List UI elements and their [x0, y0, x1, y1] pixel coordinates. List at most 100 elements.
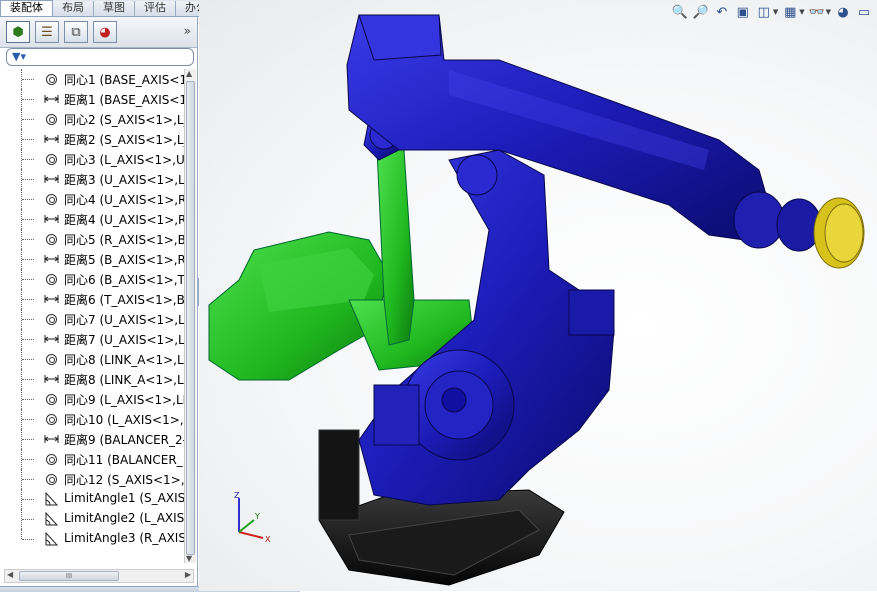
- tree-item[interactable]: 距离1 (BASE_AXIS<1: [0, 89, 184, 109]
- distance-mate-icon: [44, 172, 59, 186]
- scroll-up-icon[interactable]: ▲: [186, 69, 192, 78]
- tree-item[interactable]: 距离7 (U_AXIS<1>,LI: [0, 329, 184, 349]
- tree-item-label: 同心3 (L_AXIS<1>,U_: [64, 153, 184, 167]
- distance-mate-icon: [44, 372, 59, 386]
- axis-triad: Z X Y: [234, 491, 271, 544]
- tree-item-label: 同心1 (BASE_AXIS<1: [64, 73, 184, 87]
- triad-z-label: Z: [234, 491, 240, 500]
- scroll-down-icon[interactable]: ▼: [186, 554, 192, 563]
- tree-item[interactable]: 同心7 (U_AXIS<1>,LI: [0, 309, 184, 329]
- tree-item-label: 同心12 (S_AXIS<1>,E: [64, 473, 184, 487]
- concentric-mate-icon: [44, 392, 59, 406]
- tree-item-label: 同心8 (LINK_A<1>,LI: [64, 353, 184, 367]
- limit-angle-mate-icon: [44, 512, 59, 526]
- tree-item-label: 同心4 (U_AXIS<1>,R: [64, 193, 184, 207]
- tree-item[interactable]: 距离8 (LINK_A<1>,LI: [0, 369, 184, 389]
- tree-item[interactable]: 同心2 (S_AXIS<1>,L_: [0, 109, 184, 129]
- tree-item[interactable]: 同心1 (BASE_AXIS<1: [0, 69, 184, 89]
- tree-connector-tick: [22, 139, 34, 140]
- concentric-mate-icon: [44, 452, 59, 466]
- tree-connector-tick: [22, 99, 34, 100]
- scroll-right-icon[interactable]: ▶: [185, 570, 191, 579]
- tree-item-label: 同心7 (U_AXIS<1>,LI: [64, 313, 184, 327]
- tree-connector-tick: [22, 479, 34, 480]
- tree-connector-tick: [22, 499, 34, 500]
- tree-item[interactable]: 同心10 (L_AXIS<1>,E: [0, 409, 184, 429]
- distance-mate-icon: [44, 92, 59, 106]
- robot-model[interactable]: [199, 0, 877, 591]
- command-tab-2[interactable]: 草图: [94, 1, 135, 16]
- tree-connector: [21, 529, 22, 539]
- tree-item[interactable]: 同心5 (R_AXIS<1>,B_: [0, 229, 184, 249]
- panel-tabs: ◕ ⧉ ☰ ⬢ »: [0, 17, 197, 48]
- command-tab-3[interactable]: 评估: [135, 1, 176, 16]
- end-flange[interactable]: [813, 197, 865, 269]
- tree-item[interactable]: 距离5 (B_AXIS<1>,R: [0, 249, 184, 269]
- property-manager-icon[interactable]: ☰: [35, 21, 59, 43]
- tree-item-label: 距离5 (B_AXIS<1>,R: [64, 253, 184, 267]
- tree-connector-tick: [22, 459, 34, 460]
- tree-connector-tick: [22, 119, 34, 120]
- tree-item-label: 同心2 (S_AXIS<1>,L_: [64, 113, 184, 127]
- green-counterweight[interactable]: [208, 149, 475, 381]
- tree-item[interactable]: 同心4 (U_AXIS<1>,R: [0, 189, 184, 209]
- concentric-mate-icon: [44, 232, 59, 246]
- robot-arm[interactable]: [346, 14, 822, 506]
- feature-manager-panel: ◕ ⧉ ☰ ⬢ » ▼▾ 同心1 (BASE_AXIS<1 距离1 (BASE_AXIS…: [0, 17, 198, 591]
- scroll-left-icon[interactable]: ◀: [7, 570, 13, 579]
- tree-connector-tick: [22, 379, 34, 380]
- tree-item[interactable]: 距离2 (S_AXIS<1>,L_: [0, 129, 184, 149]
- triad-x-label: X: [265, 535, 271, 544]
- distance-mate-icon: [44, 252, 59, 266]
- tree-connector-tick: [22, 239, 34, 240]
- concentric-mate-icon: [44, 412, 59, 426]
- tree-item[interactable]: 距离6 (T_AXIS<1>,B_: [0, 289, 184, 309]
- tree-connector-tick: [22, 299, 34, 300]
- tree-item[interactable]: 同心12 (S_AXIS<1>,E: [0, 469, 184, 489]
- tree-vertical-scrollbar[interactable]: ▲ ▼: [184, 69, 196, 563]
- tree-item[interactable]: LimitAngle3 (R_AXIS: [0, 529, 184, 549]
- tree-connector-tick: [22, 519, 34, 520]
- vertical-scroll-thumb[interactable]: [186, 81, 195, 555]
- tree-item[interactable]: 同心11 (BALANCER_1: [0, 449, 184, 469]
- concentric-mate-icon: [44, 72, 59, 86]
- concentric-mate-icon: [44, 312, 59, 326]
- tree-connector-tick: [22, 79, 34, 80]
- tree-item-label: 距离9 (BALANCER_2-: [64, 433, 184, 447]
- tree-item-label: LimitAngle2 (L_AXIS<: [64, 511, 184, 525]
- distance-mate-icon: [44, 132, 59, 146]
- display-manager-icon[interactable]: ◕: [93, 21, 117, 43]
- tree-item[interactable]: 同心9 (L_AXIS<1>,LII: [0, 389, 184, 409]
- tree-item[interactable]: 同心8 (LINK_A<1>,LI: [0, 349, 184, 369]
- graphics-area[interactable]: 🔍 🔎 ↶ ▣ ◫ ▼ ▦ ▼ 👓 ▼ ◕ ▭ Z X Y: [199, 0, 877, 591]
- tree-item-label: 同心6 (B_AXIS<1>,T_: [64, 273, 184, 287]
- collapse-panel-icon[interactable]: »: [184, 24, 191, 38]
- configuration-manager-icon[interactable]: ⧉: [64, 21, 88, 43]
- tree-connector-tick: [22, 419, 34, 420]
- concentric-mate-icon: [44, 152, 59, 166]
- tree-connector-tick: [22, 339, 34, 340]
- horizontal-scroll-thumb[interactable]: III: [19, 571, 119, 581]
- tree-filter[interactable]: ▼▾: [6, 48, 194, 66]
- tree-item[interactable]: 距离4 (U_AXIS<1>,R: [0, 209, 184, 229]
- tree-item-label: LimitAngle1 (S_AXIS<: [64, 491, 184, 505]
- tree-item-label: 距离7 (U_AXIS<1>,LI: [64, 333, 184, 347]
- tree-item[interactable]: LimitAngle1 (S_AXIS<: [0, 489, 184, 509]
- tree-horizontal-scrollbar[interactable]: ◀ III ▶: [4, 569, 194, 583]
- feature-manager-icon[interactable]: ⬢: [6, 21, 30, 43]
- tree-item[interactable]: 同心6 (B_AXIS<1>,T_: [0, 269, 184, 289]
- concentric-mate-icon: [44, 112, 59, 126]
- tree-connector-tick: [22, 219, 34, 220]
- tree-connector-tick: [22, 399, 34, 400]
- distance-mate-icon: [44, 332, 59, 346]
- tree-item-label: 距离3 (U_AXIS<1>,L_: [64, 173, 184, 187]
- tree-item-label: 距离6 (T_AXIS<1>,B_: [64, 293, 184, 307]
- feature-tree: 同心1 (BASE_AXIS<1 距离1 (BASE_AXIS<1 同心2 (S_A…: [0, 69, 184, 563]
- tree-item[interactable]: 距离9 (BALANCER_2-: [0, 429, 184, 449]
- command-tab-0[interactable]: 装配体: [0, 0, 53, 16]
- tree-item[interactable]: 同心3 (L_AXIS<1>,U_: [0, 149, 184, 169]
- tree-item[interactable]: 距离3 (U_AXIS<1>,L_: [0, 169, 184, 189]
- command-tab-1[interactable]: 布局: [53, 1, 94, 16]
- triad-y-label: Y: [254, 512, 260, 521]
- tree-item[interactable]: LimitAngle2 (L_AXIS<: [0, 509, 184, 529]
